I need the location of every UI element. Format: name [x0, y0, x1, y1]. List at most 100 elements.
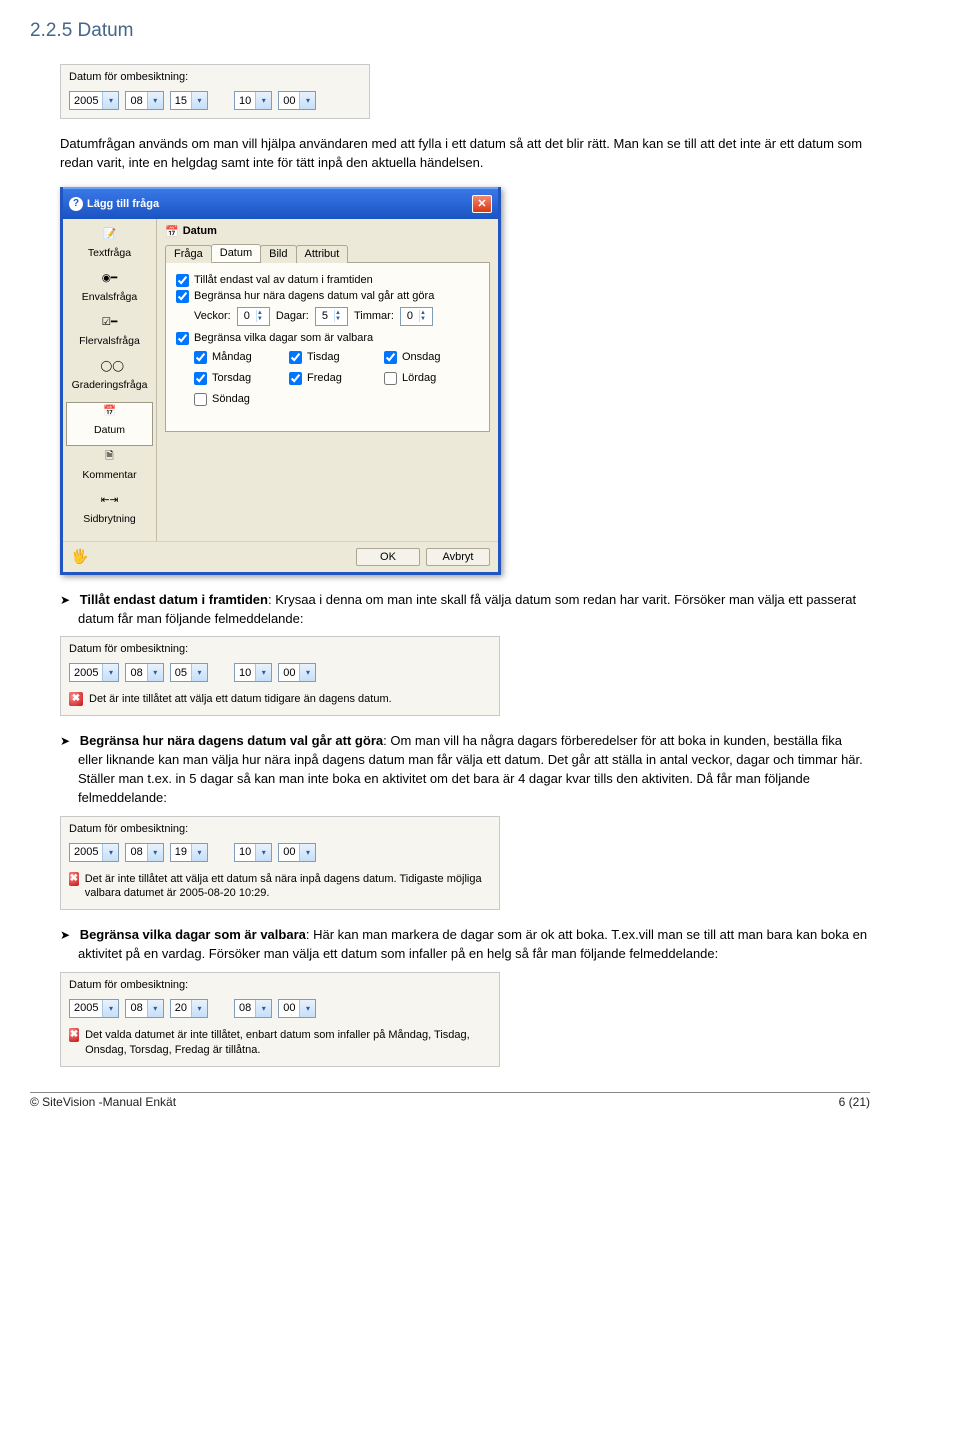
- error-message: Det är inte tillåtet att välja ett datum…: [89, 692, 392, 707]
- section-heading: 2.2.5 Datum: [30, 20, 870, 42]
- days-stepper[interactable]: 5▲▼: [315, 307, 348, 326]
- footer-left: © SiteVision -Manual Enkät: [30, 1095, 176, 1109]
- day-friday[interactable]: Fredag: [289, 372, 384, 385]
- day-select[interactable]: 15▾: [170, 91, 208, 110]
- hours-stepper[interactable]: 0▲▼: [400, 307, 433, 326]
- month-select[interactable]: 08▾: [125, 999, 163, 1018]
- chevron-down-icon: ▾: [147, 92, 163, 109]
- chevron-down-icon: ▾: [255, 92, 271, 109]
- chevron-down-icon: ▾: [102, 1000, 118, 1017]
- day-sunday[interactable]: Söndag: [194, 393, 289, 406]
- month-select[interactable]: 08▾: [125, 663, 163, 682]
- sidebar-item-envalsfraga[interactable]: ◉━Envalsfråga: [65, 269, 154, 313]
- rating-icon: ◯◯: [101, 361, 119, 377]
- minute-select[interactable]: 00▾: [278, 91, 316, 110]
- cb-limit-near[interactable]: Begränsa hur nära dagens datum val går a…: [176, 290, 479, 303]
- vendor-icon: 🖐: [71, 548, 88, 566]
- hour-select[interactable]: 10▾: [234, 843, 272, 862]
- field-label: Datum för ombesiktning:: [61, 637, 499, 657]
- add-question-dialog: ? Lägg till fråga ✕ 📝Textfråga ◉━Envalsf…: [60, 187, 501, 575]
- dialog-title: Lägg till fråga: [87, 198, 159, 210]
- chevron-down-icon: ▾: [102, 844, 118, 861]
- chevron-down-icon: ▾: [102, 664, 118, 681]
- bullet-limit-days: Begränsa vilka dagar som är valbara: Här…: [60, 926, 870, 964]
- chevron-down-icon: ▾: [147, 1000, 163, 1017]
- sidebar-item-flervalsfraga[interactable]: ☑━Flervalsfråga: [65, 313, 154, 357]
- sidebar-item-datum[interactable]: 📅Datum: [66, 402, 153, 446]
- comment-icon: 🗎: [101, 451, 119, 467]
- day-thursday[interactable]: Torsdag: [194, 372, 289, 385]
- date-widget-1: Datum för ombesiktning: 2005▾ 08▾ 15▾ 10…: [60, 64, 370, 119]
- day-select[interactable]: 05▾: [170, 663, 208, 682]
- radio-icon: ◉━: [101, 273, 119, 289]
- calendar-icon: 📅: [165, 225, 179, 238]
- hour-select[interactable]: 10▾: [234, 663, 272, 682]
- chevron-down-icon: ▾: [299, 664, 315, 681]
- ok-button[interactable]: OK: [356, 548, 420, 566]
- hour-select[interactable]: 10▾: [234, 91, 272, 110]
- chevron-down-icon: ▾: [299, 92, 315, 109]
- sidebar-item-kommentar[interactable]: 🗎Kommentar: [65, 447, 154, 491]
- minute-select[interactable]: 00▾: [278, 663, 316, 682]
- footer-right: 6 (21): [839, 1095, 870, 1109]
- tab-bar: Fråga Datum Bild Attribut: [165, 244, 490, 263]
- hour-select[interactable]: 08▾: [234, 999, 272, 1018]
- chevron-down-icon: ▾: [255, 844, 271, 861]
- chevron-down-icon: ▾: [147, 664, 163, 681]
- minute-select[interactable]: 00▾: [278, 843, 316, 862]
- month-select[interactable]: 08▾: [125, 91, 163, 110]
- year-select[interactable]: 2005▾: [69, 91, 119, 110]
- hours-label: Timmar:: [354, 310, 394, 322]
- document-icon: 📝: [101, 229, 119, 245]
- sidebar-item-sidbrytning[interactable]: ⇤⇥Sidbrytning: [65, 491, 154, 535]
- day-monday[interactable]: Måndag: [194, 351, 289, 364]
- day-saturday[interactable]: Lördag: [384, 372, 479, 385]
- error-message: Det är inte tillåtet att välja ett datum…: [85, 872, 491, 902]
- year-select[interactable]: 2005▾: [69, 843, 119, 862]
- chevron-down-icon: ▾: [102, 92, 118, 109]
- minute-select[interactable]: 00▾: [278, 999, 316, 1018]
- day-select[interactable]: 20▾: [170, 999, 208, 1018]
- intro-paragraph: Datumfrågan används om man vill hjälpa a…: [60, 135, 870, 173]
- cancel-button[interactable]: Avbryt: [426, 548, 490, 566]
- day-wednesday[interactable]: Onsdag: [384, 351, 479, 364]
- panel-title: Datum: [183, 225, 217, 237]
- date-widget-error-past: Datum för ombesiktning: 2005▾ 08▾ 05▾ 10…: [60, 636, 500, 716]
- weeks-stepper[interactable]: 0▲▼: [237, 307, 270, 326]
- tab-datum[interactable]: Datum: [211, 244, 261, 262]
- year-select[interactable]: 2005▾: [69, 663, 119, 682]
- error-icon: ✖: [69, 872, 79, 886]
- tab-attribut[interactable]: Attribut: [296, 245, 349, 263]
- chevron-down-icon: ▾: [191, 1000, 207, 1017]
- tab-fraga[interactable]: Fråga: [165, 245, 212, 263]
- cb-future-only[interactable]: Tillåt endast val av datum i framtiden: [176, 274, 479, 287]
- error-icon: ✖: [69, 1028, 79, 1042]
- month-select[interactable]: 08▾: [125, 843, 163, 862]
- date-widget-error-near: Datum för ombesiktning: 2005▾ 08▾ 19▾ 10…: [60, 816, 500, 911]
- day-select[interactable]: 19▾: [170, 843, 208, 862]
- cb-limit-days[interactable]: Begränsa vilka dagar som är valbara: [176, 332, 479, 345]
- calendar-icon: 📅: [101, 406, 119, 422]
- chevron-down-icon: ▾: [191, 664, 207, 681]
- dialog-titlebar: ? Lägg till fråga ✕: [63, 187, 498, 219]
- chevron-down-icon: ▾: [191, 92, 207, 109]
- sidebar: 📝Textfråga ◉━Envalsfråga ☑━Flervalsfråga…: [63, 219, 157, 541]
- date-widget-error-weekday: Datum för ombesiktning: 2005▾ 08▾ 20▾ 08…: [60, 972, 500, 1067]
- close-icon[interactable]: ✕: [472, 195, 492, 213]
- error-icon: ✖: [69, 692, 83, 706]
- checklist-icon: ☑━: [101, 317, 119, 333]
- bullet-limit-near: Begränsa hur nära dagens datum val går a…: [60, 732, 870, 807]
- sidebar-item-textfraga[interactable]: 📝Textfråga: [65, 225, 154, 269]
- bullet-future-only: Tillåt endast datum i framtiden: Krysaa …: [60, 591, 870, 629]
- weeks-label: Veckor:: [194, 310, 231, 322]
- chevron-down-icon: ▾: [147, 844, 163, 861]
- chevron-down-icon: ▾: [299, 1000, 315, 1017]
- year-select[interactable]: 2005▾: [69, 999, 119, 1018]
- chevron-down-icon: ▾: [255, 1000, 271, 1017]
- error-message: Det valda datumet är inte tillåtet, enba…: [85, 1028, 491, 1058]
- day-tuesday[interactable]: Tisdag: [289, 351, 384, 364]
- tab-bild[interactable]: Bild: [260, 245, 296, 263]
- field-label: Datum för ombesiktning:: [61, 973, 499, 993]
- sidebar-item-graderingsfraga[interactable]: ◯◯Graderingsfråga: [65, 357, 154, 401]
- field-label: Datum för ombesiktning:: [61, 817, 499, 837]
